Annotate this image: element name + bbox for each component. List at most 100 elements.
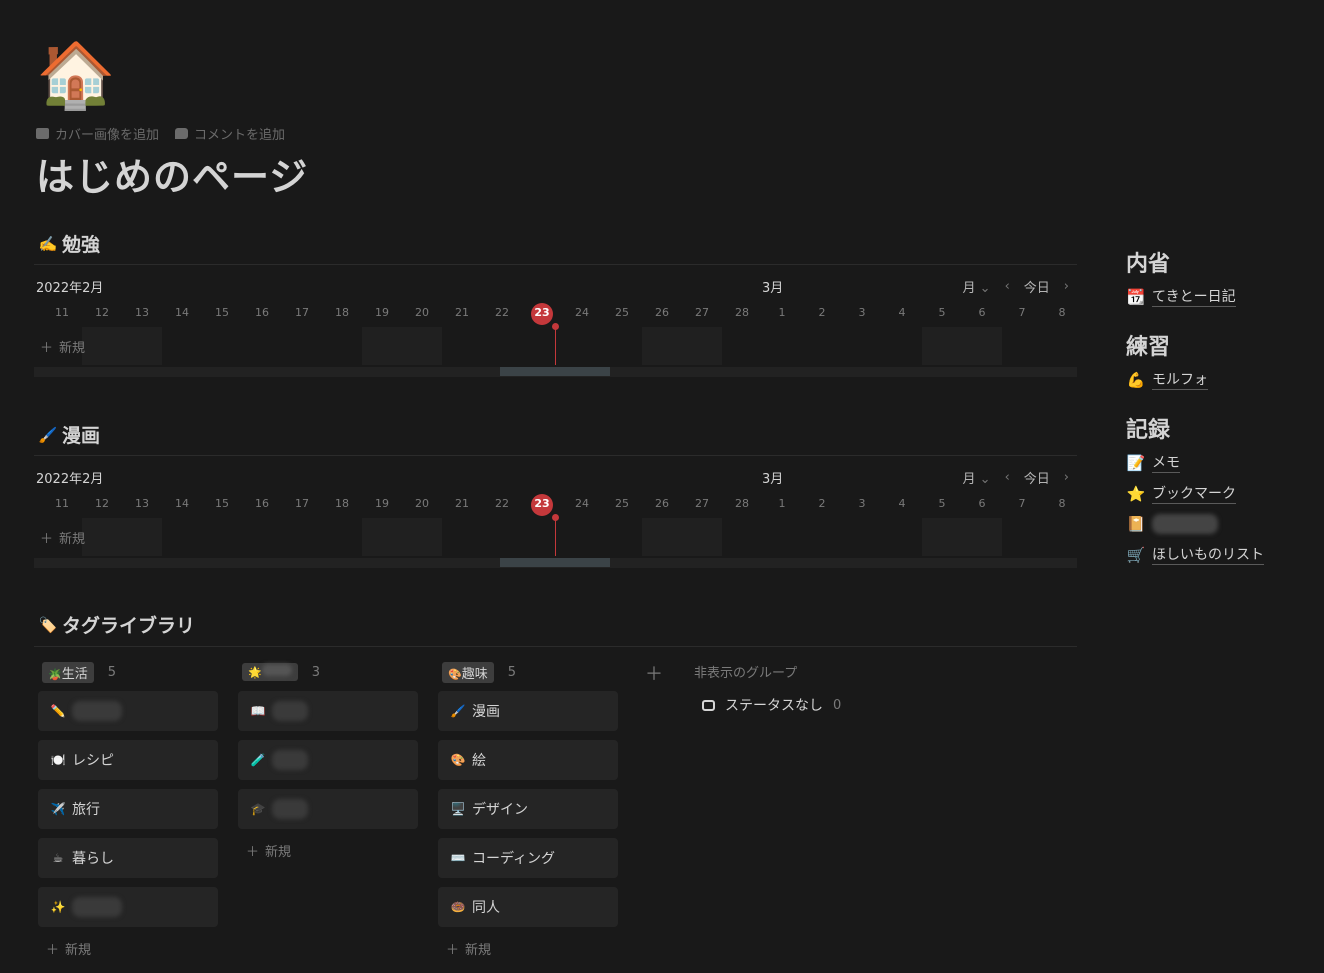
right-sidebar: 内省 📆 てきとー日記 練習 💪 モルフォ 記録 📝 メモ ⭐ ブックマーク 📔 🛒 ほしいものリスト (1126, 246, 1306, 587)
day-label: 4 (898, 306, 906, 319)
card-title: デザイン (472, 802, 528, 818)
tag-emoji-icon: 🌟 (248, 666, 262, 679)
section-heading-text: 勉強 (62, 234, 101, 256)
sidebar-page-link[interactable]: 🛒 ほしいものリスト (1126, 544, 1306, 565)
no-status-label: ステータスなし (725, 698, 823, 714)
board-card[interactable]: 🎓 (238, 789, 418, 829)
day-label: 27 (695, 497, 709, 510)
redacted-text (272, 701, 308, 721)
board-card[interactable]: ☕ 暮らし (38, 838, 218, 878)
board-column: 🎨趣味 5 🖌️ 漫画 🎨 絵 🖥️ デザイン ⌨️ コーディング 🍩 同人 ＋新規 (438, 661, 618, 958)
sidebar-page-link[interactable]: 💪 モルフォ (1126, 369, 1306, 390)
tag-label: 趣味 (461, 666, 488, 682)
view-select[interactable]: 月 ⌄ (963, 277, 991, 296)
day-label: 21 (455, 306, 469, 319)
month-label: 2022年2月 (36, 472, 104, 487)
redacted-text (72, 897, 122, 917)
day-label: 2 (818, 306, 826, 319)
page-link-label: てきとー日記 (1152, 286, 1236, 307)
card-icon: 🍩 (450, 900, 466, 914)
day-label: 15 (215, 306, 229, 319)
chevron-left-icon[interactable]: ‹ (1005, 279, 1010, 294)
board-card[interactable]: 🖥️ デザイン (438, 789, 618, 829)
sidebar-page-link[interactable]: 📝 メモ (1126, 452, 1306, 473)
page-link-icon: ⭐ (1126, 484, 1146, 503)
day-label: 18 (335, 306, 349, 319)
new-card-button[interactable]: ＋ 新規 (246, 841, 418, 860)
board-card[interactable]: 🖌️ 漫画 (438, 691, 618, 731)
sidebar-page-link[interactable]: ⭐ ブックマーク (1126, 483, 1306, 504)
day-label: 18 (335, 497, 349, 510)
group-tag[interactable]: 🪴生活 (42, 661, 94, 683)
page-link-icon: 📔 (1126, 515, 1146, 533)
timeline-manga: 2022年2月 3月 月 ⌄ ‹ 今日 › 11 12 13 14 15 16 17 18 19… (34, 468, 1077, 572)
day-label: 13 (135, 306, 149, 319)
card-icon: 📖 (250, 704, 266, 718)
hidden-groups-label: 非表示のグループ (694, 666, 798, 681)
day-label: 5 (938, 497, 946, 510)
today-marker-dot (552, 323, 559, 330)
day-label: 3 (858, 306, 866, 319)
scrollbar-thumb[interactable] (500, 367, 610, 376)
board-card[interactable]: ✨ (38, 887, 218, 927)
day-label: 11 (55, 497, 69, 510)
board-card[interactable]: 🍽️ レシピ (38, 740, 218, 780)
new-card-button[interactable]: ＋ 新規 (446, 939, 618, 958)
card-title: 旅行 (72, 802, 100, 818)
day-label: 7 (1018, 497, 1026, 510)
column-header[interactable]: 🪴生活 5 (42, 661, 218, 683)
new-row-button[interactable]: ＋新規 (40, 528, 85, 547)
board-card[interactable]: ⌨️ コーディング (438, 838, 618, 878)
add-comment-button[interactable]: コメントを追加 (175, 124, 285, 143)
add-group-plus-icon[interactable]: ＋ (645, 660, 663, 686)
board-card[interactable]: ✏️ (38, 691, 218, 731)
day-label: 20 (415, 497, 429, 510)
day-label: 28 (735, 306, 749, 319)
board-card[interactable]: 🍩 同人 (438, 887, 618, 927)
sidebar-page-link[interactable]: 📔 (1126, 514, 1306, 534)
chevron-left-icon[interactable]: ‹ (1005, 470, 1010, 485)
timeline-controls: 月 ⌄ ‹ 今日 › (963, 468, 1069, 487)
month-label: 2022年2月 (36, 281, 104, 296)
add-cover-button[interactable]: カバー画像を追加 (36, 124, 159, 143)
redacted-text (272, 750, 308, 770)
group-tag[interactable]: 🌟 (242, 663, 298, 681)
card-icon: ✨ (50, 900, 66, 914)
day-label: 5 (938, 306, 946, 319)
day-label: 19 (375, 306, 389, 319)
card-icon: ✈️ (50, 802, 66, 816)
group-tag[interactable]: 🎨趣味 (442, 661, 494, 683)
plus-icon: ＋ (40, 532, 54, 547)
new-card-button[interactable]: ＋ 新規 (46, 939, 218, 958)
card-icon: ⌨️ (450, 851, 466, 865)
column-header[interactable]: 🎨趣味 5 (442, 661, 618, 683)
day-row: 11 12 13 14 15 16 17 18 19 20 21 22 23 24 25 26 27 28 1 2 3 4… (34, 303, 1077, 323)
chevron-right-icon[interactable]: › (1064, 470, 1069, 485)
new-card-label: 新規 (65, 943, 92, 958)
inbox-icon (702, 699, 715, 711)
day-label: 6 (978, 497, 986, 510)
board-card[interactable]: 🧪 (238, 740, 418, 780)
day-label: 24 (575, 497, 589, 510)
plus-icon: ＋ (40, 341, 54, 356)
sidebar-group: 記録 📝 メモ ⭐ ブックマーク 📔 🛒 ほしいものリスト (1126, 412, 1306, 565)
today-button[interactable]: 今日 (1024, 468, 1050, 487)
board-card[interactable]: 📖 (238, 691, 418, 731)
view-select[interactable]: 月 ⌄ (963, 468, 991, 487)
page-title[interactable]: はじめのページ (36, 146, 308, 201)
column-header[interactable]: 🌟 3 (242, 662, 418, 682)
board-card[interactable]: 🎨 絵 (438, 740, 618, 780)
tag-emoji-icon: 🪴 (48, 667, 62, 681)
board-card[interactable]: ✈️ 旅行 (38, 789, 218, 829)
sidebar-page-link[interactable]: 📆 てきとー日記 (1126, 286, 1306, 307)
scrollbar-thumb[interactable] (500, 558, 610, 567)
chevron-right-icon[interactable]: › (1064, 279, 1069, 294)
day-label: 6 (978, 306, 986, 319)
page-icon[interactable]: 🏠 (36, 38, 116, 114)
new-row-button[interactable]: ＋新規 (40, 337, 85, 356)
today-button[interactable]: 今日 (1024, 277, 1050, 296)
no-status-group[interactable]: ステータスなし 0 (702, 695, 841, 715)
section-heading-tags: 🏷️ タグライブラリ (38, 611, 195, 638)
day-label: 8 (1058, 306, 1066, 319)
section-heading-text: 漫画 (62, 425, 101, 447)
